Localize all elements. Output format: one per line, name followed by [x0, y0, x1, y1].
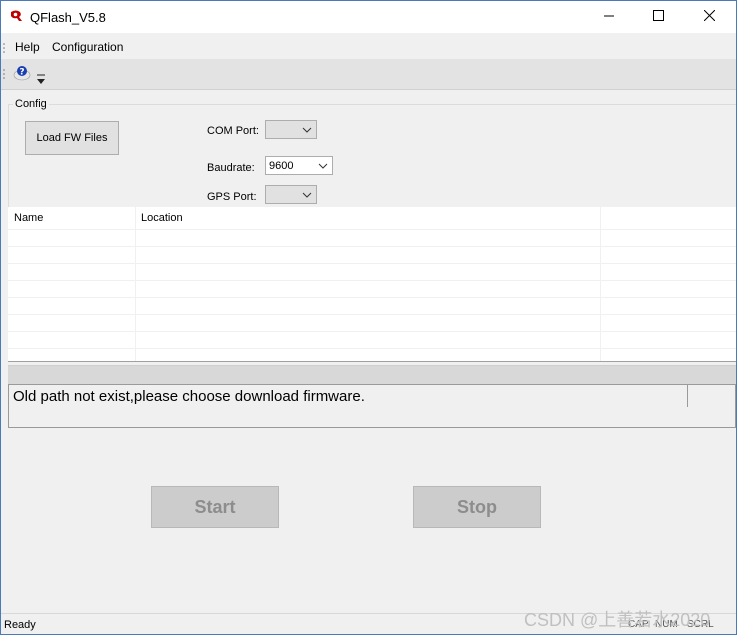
- table-row: [8, 297, 736, 315]
- close-button[interactable]: [686, 1, 732, 33]
- minimize-button[interactable]: [586, 1, 632, 33]
- toolbar-grip-icon: [3, 67, 5, 79]
- toolbar: ?: [1, 59, 736, 90]
- title-bar[interactable]: QFlash_V5.8: [1, 1, 736, 33]
- gps-port-label: GPS Port:: [207, 191, 257, 203]
- com-port-select[interactable]: [265, 120, 317, 139]
- baudrate-label: Baudrate:: [207, 162, 255, 174]
- status-text: Ready: [4, 619, 36, 631]
- menu-configuration[interactable]: Configuration: [52, 40, 123, 54]
- table-row: [8, 246, 736, 264]
- qflash-window: QFlash_V5.8 Help Configuration ? Config …: [0, 0, 737, 635]
- column-header-name[interactable]: Name: [8, 207, 136, 229]
- menu-bar: Help Configuration: [1, 33, 736, 59]
- load-fw-files-button[interactable]: Load FW Files: [25, 121, 119, 155]
- close-icon: [703, 8, 715, 26]
- toolbar-dropdown-arrow-icon[interactable]: [36, 73, 46, 87]
- gps-port-select[interactable]: [265, 185, 317, 204]
- svg-text:?: ?: [19, 68, 24, 78]
- status-message: Old path not exist,please choose downloa…: [13, 388, 365, 405]
- message-bar: Old path not exist,please choose downloa…: [8, 384, 736, 408]
- com-port-label: COM Port:: [207, 125, 259, 137]
- stop-button[interactable]: Stop: [413, 486, 541, 528]
- start-button[interactable]: Start: [151, 486, 279, 528]
- progress-bar: [8, 365, 736, 385]
- maximize-button[interactable]: [635, 1, 681, 33]
- message-divider: [687, 385, 688, 407]
- minimize-icon: [603, 8, 615, 26]
- help-about-icon[interactable]: ?: [10, 62, 34, 84]
- window-title: QFlash_V5.8: [30, 10, 106, 25]
- table-row: [8, 280, 736, 298]
- secondary-progress-bar: [8, 407, 736, 428]
- table-row: [8, 314, 736, 332]
- table-row: [8, 263, 736, 281]
- config-groupbox: [8, 104, 736, 210]
- chevron-down-icon: [302, 125, 312, 135]
- config-group-label: Config: [13, 98, 49, 110]
- chevron-down-icon: [318, 161, 328, 171]
- table-header: Name Location: [8, 207, 736, 230]
- watermark-text: CSDN @上善若水2020: [524, 610, 711, 630]
- firmware-files-table[interactable]: Name Location: [8, 207, 736, 362]
- maximize-icon: [652, 8, 664, 26]
- menu-help[interactable]: Help: [15, 40, 40, 54]
- column-header-location[interactable]: Location: [135, 207, 601, 229]
- menubar-grip-icon: [3, 41, 5, 53]
- table-row: [8, 229, 736, 247]
- table-row: [8, 331, 736, 349]
- qflash-logo-icon: [9, 9, 23, 23]
- chevron-down-icon: [302, 190, 312, 200]
- baudrate-select[interactable]: 9600: [265, 156, 333, 175]
